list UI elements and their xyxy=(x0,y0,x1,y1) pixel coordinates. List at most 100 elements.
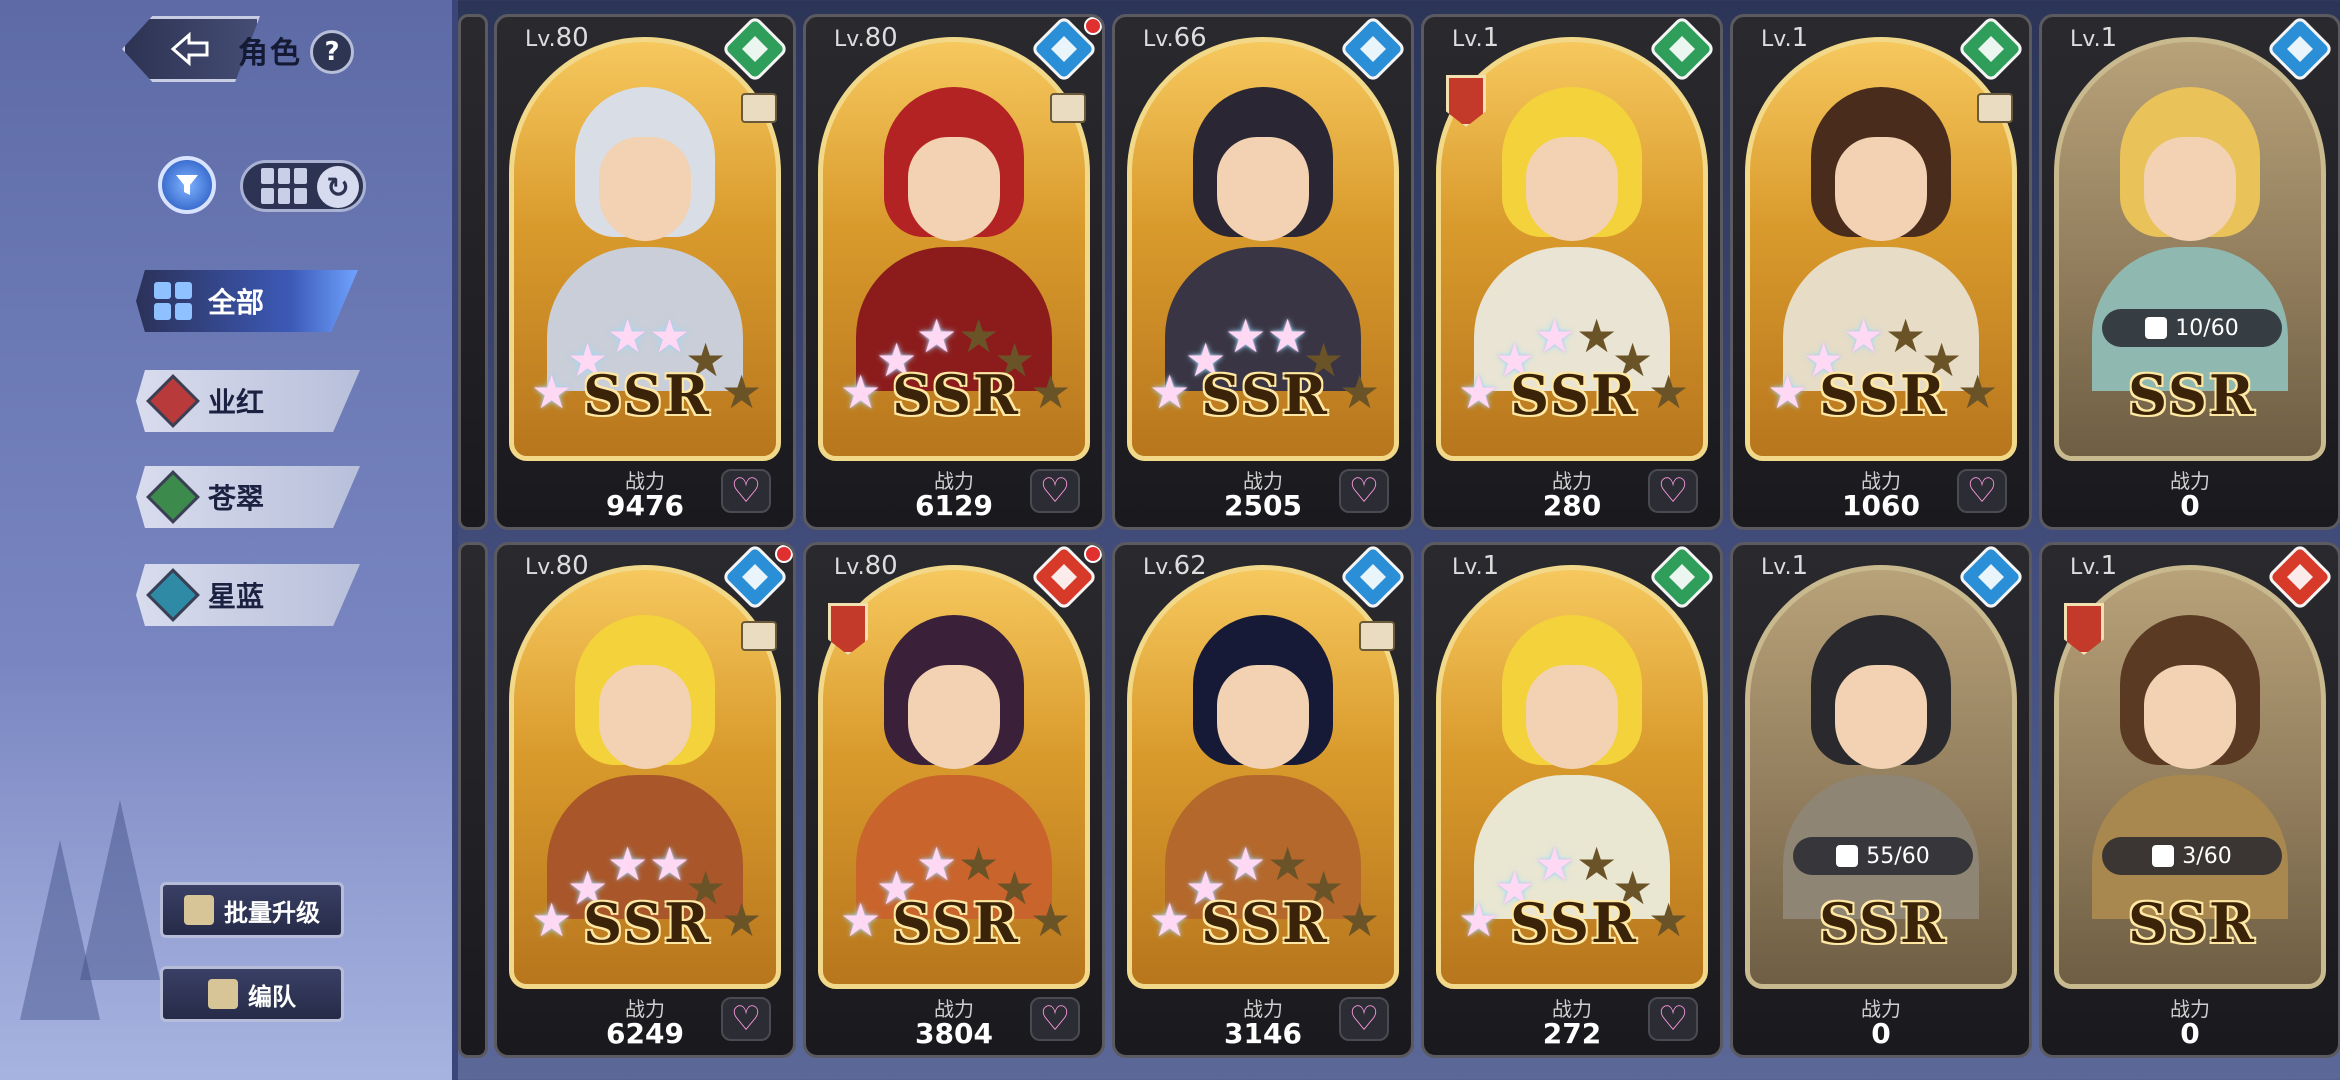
star-icon: ★ xyxy=(1339,365,1381,419)
category-tab[interactable]: 全部 xyxy=(136,270,358,332)
rarity-badge: SSR xyxy=(1819,363,1947,427)
star-icon: ★ xyxy=(607,837,649,891)
team-button[interactable]: 编队 xyxy=(160,966,344,1022)
favorite-heart-icon[interactable]: ♡ xyxy=(721,469,771,513)
category-label: 苍翠 xyxy=(208,482,265,515)
character-card[interactable]: Lv.1 ★ ★ ★ ★ ★ ★ SSR 战力 1060 ♡ xyxy=(1730,14,2032,530)
favorite-heart-icon[interactable]: ♡ xyxy=(1339,997,1389,1041)
level-label: Lv.80 xyxy=(834,551,898,581)
favorite-heart-icon[interactable]: ♡ xyxy=(1030,997,1080,1041)
level-label: Lv.80 xyxy=(525,551,589,581)
character-card[interactable]: Lv.1 3/60 SSR 战力 0 xyxy=(2039,542,2340,1058)
ticket-icon xyxy=(1359,621,1395,651)
star-icon: ★ xyxy=(1843,309,1885,363)
character-card[interactable]: Lv.80 ★ ★ ★ ★ ★ ★ SSR 战力 6129 ♡ xyxy=(803,14,1105,530)
character-grid: Lv.80 ★ ★ ★ ★ ★ ★ SSR 战力 9476 ♡ Lv.80 ★ ★ ★ ★ ★ ★ SSR 战力 612… xyxy=(458,10,2340,1080)
star-icon: ★ xyxy=(1339,893,1381,947)
filter-button[interactable] xyxy=(158,156,216,214)
star-icon: ★ xyxy=(721,893,763,947)
rarity-badge: SSR xyxy=(2128,891,2256,955)
character-card[interactable]: Lv.62 ★ ★ ★ ★ ★ ★ SSR 战力 3146 ♡ xyxy=(1112,542,1414,1058)
star-icon: ★ xyxy=(1648,893,1690,947)
team-label: 编队 xyxy=(248,982,296,1011)
character-card[interactable]: Lv.1 55/60 SSR 战力 0 xyxy=(1730,542,2032,1058)
star-icon: ★ xyxy=(1030,365,1072,419)
character-card[interactable]: Lv.80 ★ ★ ★ ★ ★ ★ SSR 战力 3804 ♡ xyxy=(803,542,1105,1058)
all-category-icon xyxy=(154,282,192,320)
favorite-heart-icon[interactable]: ♡ xyxy=(721,997,771,1041)
ticket-icon xyxy=(1977,93,2013,123)
power-value: 0 xyxy=(1871,1017,1891,1050)
shard-progress: 10/60 xyxy=(2102,309,2282,347)
category-label: 全部 xyxy=(208,286,265,319)
character-card[interactable]: Lv.66 ★ ★ ★ ★ ★ ★ SSR 战力 2505 ♡ xyxy=(1112,14,1414,530)
star-icon: ★ xyxy=(1225,309,1267,363)
element-gem-icon xyxy=(146,470,200,524)
rarity-badge: SSR xyxy=(1201,891,1329,955)
character-card[interactable]: Lv.1 10/60 SSR 战力 0 xyxy=(2039,14,2340,530)
back-arrow-icon xyxy=(170,31,209,67)
rarity-badge: SSR xyxy=(1510,363,1638,427)
character-card[interactable]: Lv.1 ★ ★ ★ ★ ★ ★ SSR 战力 272 ♡ xyxy=(1421,542,1723,1058)
upgrade-icon xyxy=(184,895,214,925)
character-card[interactable]: Lv.1 ★ ★ ★ ★ ★ ★ SSR 战力 280 ♡ xyxy=(1421,14,1723,530)
shard-progress: 55/60 xyxy=(1793,837,1973,875)
level-label: Lv.1 xyxy=(1761,23,1809,53)
level-label: Lv.66 xyxy=(1143,23,1207,53)
level-label: Lv.1 xyxy=(1761,551,1809,581)
star-icon: ★ xyxy=(916,309,958,363)
help-button[interactable]: ? xyxy=(310,30,354,74)
ticket-icon xyxy=(1050,93,1086,123)
character-card[interactable]: Lv.80 ★ ★ ★ ★ ★ ★ SSR 战力 9476 ♡ xyxy=(494,14,796,530)
shard-count: 10/60 xyxy=(2175,315,2239,341)
favorite-heart-icon[interactable]: ♡ xyxy=(1339,469,1389,513)
page-title: 角色 xyxy=(238,36,302,71)
star-icon: ★ xyxy=(1225,837,1267,891)
view-mode-toggle[interactable]: ↻ xyxy=(240,160,366,212)
star-icon: ★ xyxy=(1648,365,1690,419)
category-tab[interactable]: 苍翠 xyxy=(136,466,360,528)
ticket-icon xyxy=(741,93,777,123)
rarity-badge: SSR xyxy=(583,363,711,427)
puzzle-icon xyxy=(2145,317,2168,339)
funnel-icon xyxy=(176,175,198,195)
sort-cycle-icon[interactable]: ↻ xyxy=(317,166,359,208)
batch-upgrade-button[interactable]: 批量升级 xyxy=(160,882,344,938)
rarity-badge: SSR xyxy=(1510,891,1638,955)
batch-upgrade-label: 批量升级 xyxy=(224,898,320,927)
rarity-badge: SSR xyxy=(583,891,711,955)
level-label: Lv.80 xyxy=(834,23,898,53)
category-tab[interactable]: 业红 xyxy=(136,370,360,432)
category-label: 星蓝 xyxy=(208,580,265,613)
notification-dot xyxy=(1084,17,1102,35)
star-icon: ★ xyxy=(916,837,958,891)
category-tab[interactable]: 星蓝 xyxy=(136,564,360,626)
team-icon xyxy=(208,979,238,1009)
category-label: 业红 xyxy=(208,386,265,419)
shard-count: 3/60 xyxy=(2182,843,2232,869)
scroll-edge-card xyxy=(458,14,488,530)
favorite-heart-icon[interactable]: ♡ xyxy=(1030,469,1080,513)
power-value: 0 xyxy=(2180,1017,2200,1050)
level-label: Lv.62 xyxy=(1143,551,1207,581)
favorite-heart-icon[interactable]: ♡ xyxy=(1957,469,2007,513)
favorite-heart-icon[interactable]: ♡ xyxy=(1648,997,1698,1041)
level-label: Lv.1 xyxy=(2070,551,2118,581)
puzzle-icon xyxy=(2152,845,2175,867)
rarity-badge: SSR xyxy=(2128,363,2256,427)
element-gem-icon xyxy=(146,568,200,622)
level-label: Lv.1 xyxy=(1452,551,1500,581)
star-icon: ★ xyxy=(721,365,763,419)
favorite-heart-icon[interactable]: ♡ xyxy=(1648,469,1698,513)
star-icon: ★ xyxy=(1534,837,1576,891)
rarity-badge: SSR xyxy=(892,891,1020,955)
star-icon: ★ xyxy=(1957,365,1999,419)
grid-view-icon xyxy=(261,168,307,204)
rarity-badge: SSR xyxy=(892,363,1020,427)
star-icon: ★ xyxy=(607,309,649,363)
sidebar: 角色 ? ↻ 全部业红苍翠星蓝 批量升级 编队 xyxy=(0,0,458,1080)
element-gem-icon xyxy=(146,374,200,428)
rarity-badge: SSR xyxy=(1819,891,1947,955)
ticket-icon xyxy=(741,621,777,651)
character-card[interactable]: Lv.80 ★ ★ ★ ★ ★ ★ SSR 战力 6249 ♡ xyxy=(494,542,796,1058)
